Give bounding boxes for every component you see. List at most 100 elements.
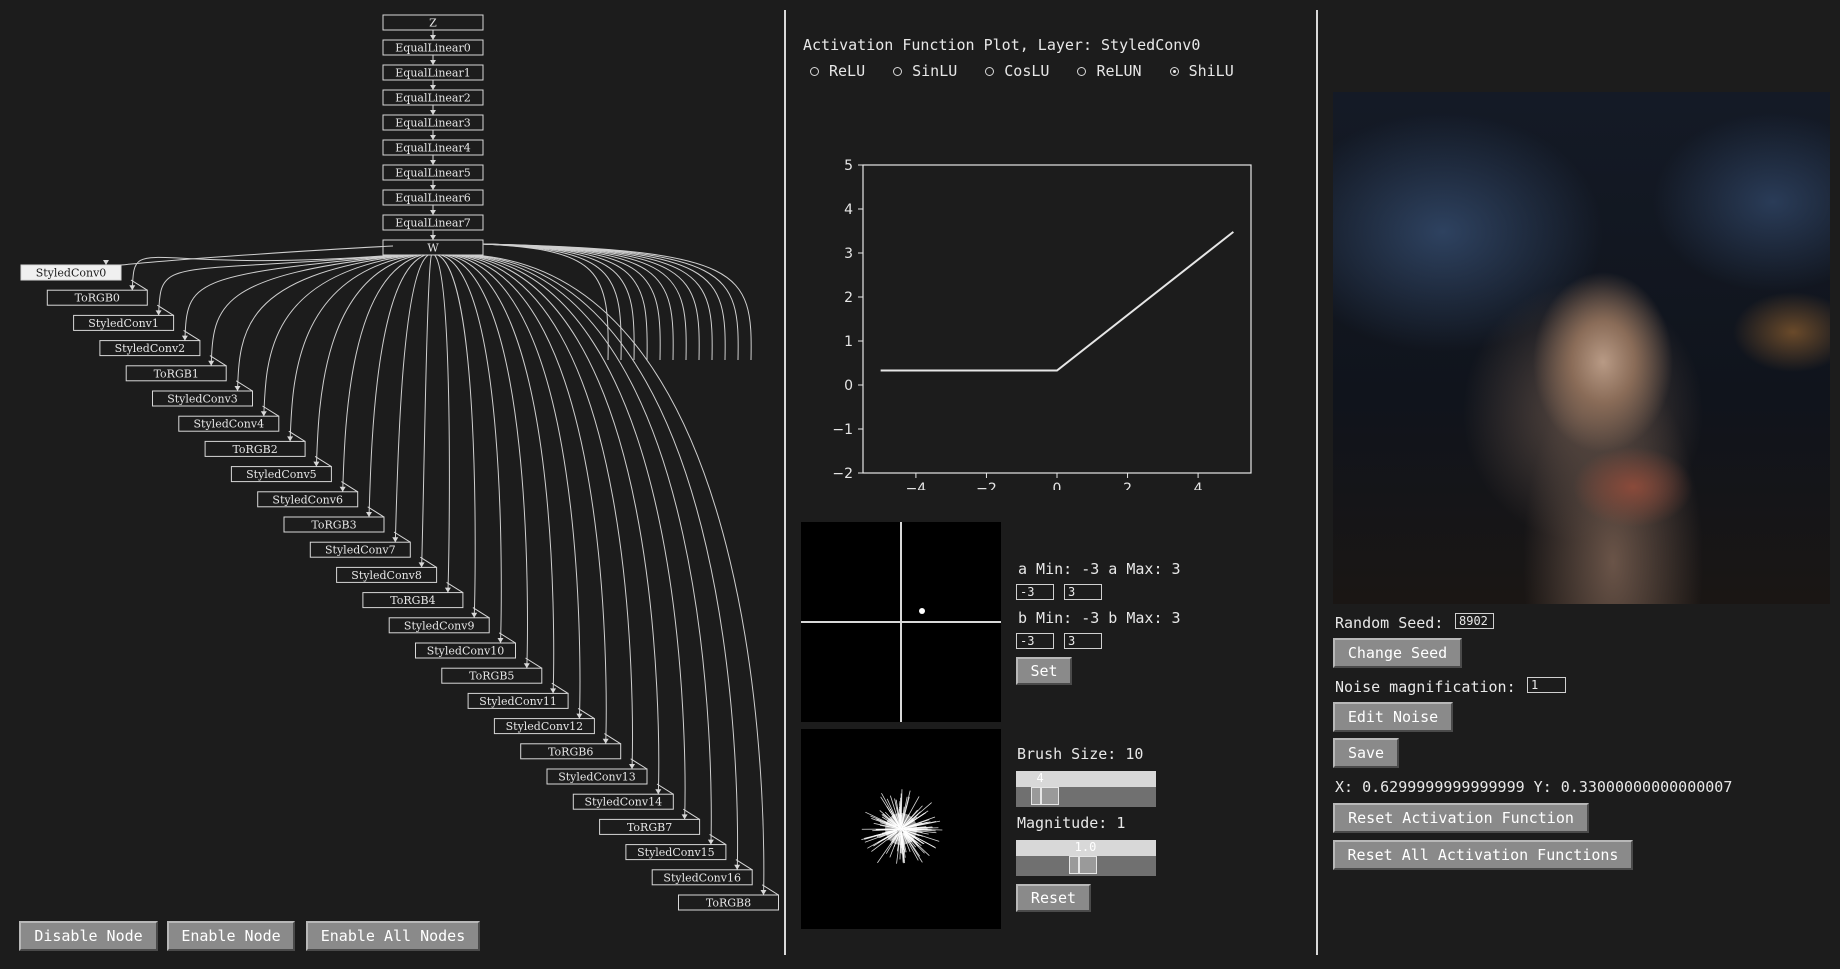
graph-node-styledconv15[interactable]: StyledConv15 (625, 844, 727, 861)
graph-node-equallinear2[interactable]: EqualLinear2 (382, 89, 484, 106)
x-tick-label: 2 (1123, 481, 1132, 490)
brush-size-slider-handle[interactable] (1030, 787, 1059, 805)
change-seed-button[interactable]: Change Seed (1333, 638, 1462, 668)
graph-node-styledconv10[interactable]: StyledConv10 (415, 642, 516, 659)
graph-node-equallinear7[interactable]: EqualLinear7 (382, 214, 484, 231)
graph-node-label: W (427, 242, 439, 255)
graph-node-styledconv6[interactable]: StyledConv6 (257, 491, 359, 508)
radio-coslu[interactable]: CosLU (985, 62, 1049, 80)
graph-node-label: ToRGB6 (548, 745, 593, 758)
graph-node-torgb5[interactable]: ToRGB5 (441, 667, 543, 684)
enable-node-button[interactable]: Enable Node (167, 921, 295, 951)
b-max-input[interactable] (1064, 633, 1102, 649)
radio-label: ReLU (829, 62, 866, 80)
plot-frame (862, 164, 1252, 474)
random-seed-input[interactable] (1455, 613, 1494, 629)
graph-node-label: StyledConv14 (585, 796, 663, 809)
network-graph[interactable]: Z EqualLinear0 EqualLinear1 EqualLinear2 Equ… (0, 0, 785, 920)
graph-node-torgb8[interactable]: ToRGB8 (678, 894, 779, 911)
graph-node-styledconv12[interactable]: StyledConv12 (493, 718, 595, 735)
graph-node-equallinear4[interactable]: EqualLinear4 (382, 139, 484, 156)
graph-node-styledconv11[interactable]: StyledConv11 (467, 692, 569, 709)
radio-shilu[interactable]: ShiLU (1169, 62, 1234, 80)
graph-node-styledconv5[interactable]: StyledConv5 (230, 466, 332, 483)
radio-relu[interactable]: ReLU (810, 62, 865, 80)
edit-noise-button[interactable]: Edit Noise (1333, 702, 1453, 732)
graph-node-styledconv0[interactable]: StyledConv0 (20, 264, 122, 281)
radio-indicator[interactable] (893, 66, 903, 76)
graph-node-equallinear0[interactable]: EqualLinear0 (382, 39, 484, 56)
graph-node-label: ToRGB4 (390, 594, 435, 607)
graph-node-label: StyledConv4 (194, 418, 265, 431)
graph-node-torgb6[interactable]: ToRGB6 (520, 743, 622, 760)
radio-indicator[interactable] (985, 66, 995, 76)
b-min-input[interactable] (1016, 633, 1054, 649)
radio-indicator[interactable] (1169, 66, 1179, 76)
graph-node-label: EqualLinear1 (395, 67, 470, 80)
b-range-label: b Min: -3 b Max: 3 (1018, 609, 1181, 627)
graph-node-label: StyledConv6 (272, 493, 343, 506)
graph-node-torgb2[interactable]: ToRGB2 (204, 440, 306, 457)
magnitude-slider-handle[interactable] (1068, 856, 1097, 874)
reset-all-activation-functions-button[interactable]: Reset All Activation Functions (1333, 840, 1633, 870)
x-tick-label: −2 (976, 481, 997, 490)
graph-node-styledconv14[interactable]: StyledConv14 (572, 793, 674, 810)
noise-brush-pattern (861, 789, 943, 864)
save-button[interactable]: Save (1333, 738, 1399, 768)
graph-node-styledconv16[interactable]: StyledConv16 (651, 869, 753, 886)
x-tick-label: 0 (1053, 481, 1062, 490)
graph-node-torgb7[interactable]: ToRGB7 (599, 818, 701, 835)
graph-node-label: EqualLinear2 (395, 92, 470, 105)
graph-node-label: StyledConv16 (663, 871, 741, 884)
graph-node-label: StyledConv1 (88, 317, 159, 330)
disable-node-button[interactable]: Disable Node (19, 921, 158, 951)
graph-node-w[interactable]: W (382, 239, 484, 256)
graph-node-equallinear3[interactable]: EqualLinear3 (382, 114, 484, 131)
graph-node-label: ToRGB8 (706, 897, 751, 910)
graph-node-equallinear5[interactable]: EqualLinear5 (382, 164, 484, 181)
enable-all-nodes-button[interactable]: Enable All Nodes (306, 921, 480, 951)
brush-size-slider[interactable]: 4 (1016, 771, 1156, 807)
graph-node-styledconv7[interactable]: StyledConv7 (309, 541, 411, 558)
graph-node-styledconv8[interactable]: StyledConv8 (336, 566, 438, 583)
radio-indicator[interactable] (1077, 66, 1087, 76)
activation-function-options: ReLU SinLU CosLU ReLUN ShiLU (810, 62, 1262, 80)
graph-node-torgb1[interactable]: ToRGB1 (125, 365, 227, 382)
graph-node-styledconv9[interactable]: StyledConv9 (388, 617, 490, 634)
set-button[interactable]: Set (1016, 657, 1072, 685)
graph-node-z[interactable]: Z (382, 14, 484, 31)
divider-right (1316, 10, 1318, 955)
magnitude-slider-value: 1.0 (1074, 840, 1097, 854)
magnitude-slider[interactable]: 1.0 (1016, 840, 1156, 876)
brush-reset-button[interactable]: Reset (1016, 884, 1091, 912)
graph-node-label: EqualLinear5 (395, 167, 470, 180)
graph-node-styledconv2[interactable]: StyledConv2 (99, 340, 201, 357)
radio-sinlu[interactable]: SinLU (893, 62, 957, 80)
graph-node-styledconv1[interactable]: StyledConv1 (73, 314, 175, 331)
graph-node-label: ToRGB1 (154, 367, 199, 380)
ab-parameter-canvas[interactable] (801, 522, 1001, 722)
a-min-input[interactable] (1016, 584, 1054, 600)
graph-node-torgb3[interactable]: ToRGB3 (283, 516, 385, 533)
a-range-label: a Min: -3 a Max: 3 (1018, 560, 1181, 578)
a-max-input[interactable] (1064, 584, 1102, 600)
graph-node-equallinear1[interactable]: EqualLinear1 (382, 64, 484, 81)
y-tick-label: 3 (844, 246, 853, 262)
reset-activation-function-button[interactable]: Reset Activation Function (1333, 803, 1589, 833)
noise-brush-canvas[interactable] (801, 729, 1001, 929)
radio-relun[interactable]: ReLUN (1077, 62, 1142, 80)
graph-node-torgb0[interactable]: ToRGB0 (46, 289, 148, 306)
graph-node-styledconv4[interactable]: StyledConv4 (178, 415, 280, 432)
ab-horizontal-axis (801, 621, 1001, 623)
divider-left (784, 10, 786, 955)
ab-selected-point[interactable] (919, 608, 925, 614)
radio-indicator[interactable] (810, 66, 819, 76)
random-seed-label: Random Seed: (1335, 614, 1444, 632)
graph-node-torgb4[interactable]: ToRGB4 (362, 592, 464, 609)
graph-node-label: StyledConv13 (558, 771, 636, 784)
graph-node-styledconv13[interactable]: StyledConv13 (546, 768, 648, 785)
graph-node-label: EqualLinear3 (395, 117, 470, 130)
noise-magnification-input[interactable] (1527, 677, 1566, 693)
graph-node-styledconv3[interactable]: StyledConv3 (152, 390, 253, 407)
graph-node-equallinear6[interactable]: EqualLinear6 (382, 189, 484, 206)
